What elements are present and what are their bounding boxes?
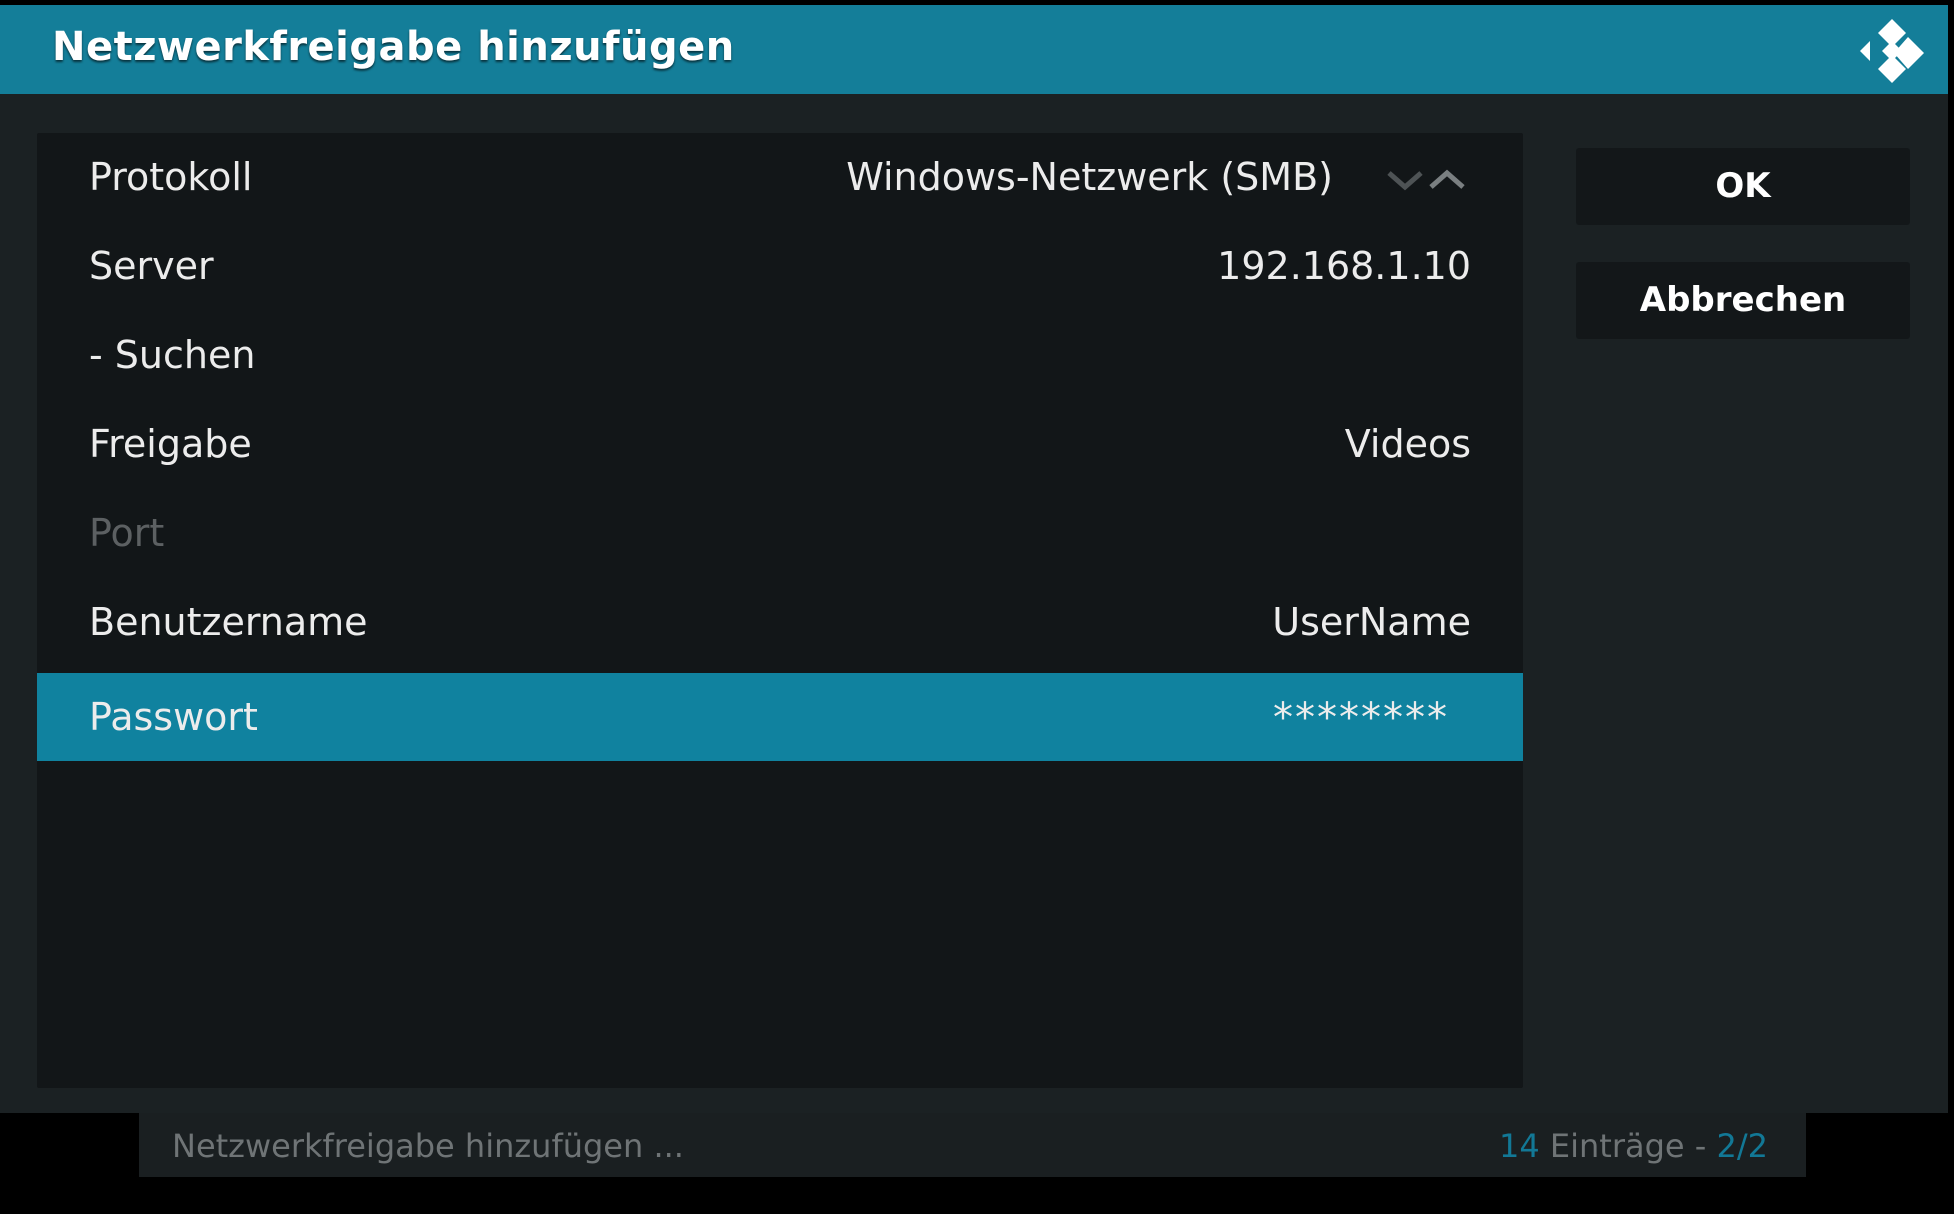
- page-indicator: 2/2: [1716, 1127, 1769, 1165]
- chevron-down-icon: [1387, 171, 1423, 191]
- setting-row-search[interactable]: - Suchen: [37, 311, 1523, 399]
- item-count: 14 Einträge - 2/2: [1499, 1127, 1768, 1165]
- spin-control[interactable]: [1387, 167, 1471, 191]
- setting-label: Server: [89, 244, 214, 288]
- setting-value: Windows-Netzwerk (SMB): [846, 155, 1333, 199]
- item-count-label: Einträge -: [1539, 1127, 1717, 1165]
- footer-label: Netzwerkfreigabe hinzufügen ...: [172, 1127, 684, 1165]
- dialog-title: Netzwerkfreigabe hinzufügen: [52, 24, 735, 70]
- setting-row-server[interactable]: Server 192.168.1.10: [37, 222, 1523, 310]
- setting-row-port: Port: [37, 489, 1523, 577]
- cancel-button[interactable]: Abbrechen: [1576, 262, 1910, 339]
- setting-label: Passwort: [89, 695, 258, 739]
- setting-row-share[interactable]: Freigabe Videos: [37, 400, 1523, 488]
- setting-row-username[interactable]: Benutzername UserName: [37, 578, 1523, 666]
- item-count-number: 14: [1499, 1127, 1540, 1165]
- setting-value: ********: [1273, 695, 1449, 741]
- settings-list: Protokoll Windows-Netzwerk (SMB) Server …: [37, 133, 1523, 1088]
- setting-label: Benutzername: [89, 600, 368, 644]
- setting-label: Freigabe: [89, 422, 252, 466]
- ok-button[interactable]: OK: [1576, 148, 1910, 225]
- add-network-share-dialog: Netzwerkfreigabe hinzufügen Protokoll Wi…: [0, 5, 1948, 1113]
- setting-row-protokoll[interactable]: Protokoll Windows-Netzwerk (SMB): [37, 133, 1523, 221]
- setting-label: Port: [89, 511, 165, 555]
- setting-value: 192.168.1.10: [1217, 244, 1471, 288]
- setting-row-password[interactable]: Passwort ********: [37, 673, 1523, 761]
- setting-value: Videos: [1344, 422, 1471, 466]
- chevron-up-icon: [1429, 169, 1465, 189]
- dialog-header: Netzwerkfreigabe hinzufügen: [0, 5, 1948, 94]
- setting-label: Protokoll: [89, 155, 253, 199]
- kodi-logo-icon: [1860, 19, 1924, 83]
- setting-label: - Suchen: [89, 333, 256, 377]
- footer-bar: Netzwerkfreigabe hinzufügen ... 14 Eintr…: [139, 1113, 1806, 1177]
- setting-value: UserName: [1272, 600, 1471, 644]
